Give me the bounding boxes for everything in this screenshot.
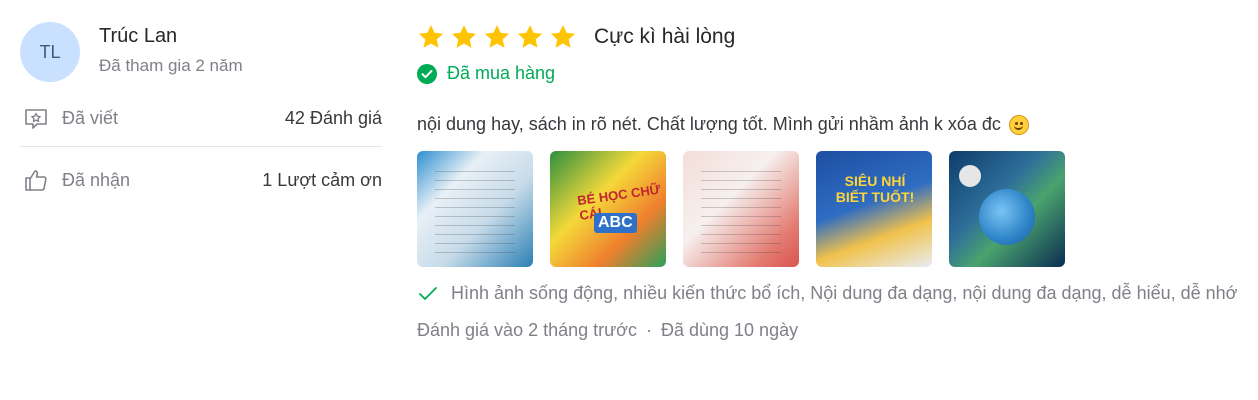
attributes-text: Hình ảnh sống động, nhiều kiến thức bổ í… [451, 283, 1238, 303]
reviewer-panel: TL Trúc Lan Đã tham gia 2 năm Đã viết 42… [20, 20, 382, 205]
review-photo[interactable] [949, 151, 1065, 267]
check-circle-icon [417, 63, 437, 84]
smile-emoji-icon [1008, 114, 1029, 135]
rating-title: Cực kì hài lòng [594, 25, 736, 48]
review-body: Cực kì hài lòng Đã mua hàng nội dung hay… [417, 18, 1247, 341]
stat-label: Đã viết [62, 108, 119, 128]
stat-thanks-received: Đã nhận 1 Lượt cảm ơn [20, 155, 382, 205]
reviewed-at: Đánh giá vào 2 tháng trước [417, 320, 637, 340]
stat-value: 42 Đánh giá [284, 108, 382, 128]
photo-subcaption: ABC [594, 213, 637, 233]
review-attributes: Hình ảnh sống động, nhiều kiến thức bổ í… [417, 282, 1247, 308]
review-photo[interactable] [417, 151, 533, 267]
review-written-icon [22, 105, 50, 133]
stat-value: 1 Lượt cảm ơn [262, 169, 382, 190]
review-photos: BÉ HỌC CHỮ CÁI ABC SIÊU NHÍ BIẾT TUỐT! [417, 151, 1247, 267]
star-icon [484, 25, 510, 48]
used-duration: Đã dùng 10 ngày [660, 320, 799, 340]
review-photo[interactable]: SIÊU NHÍ BIẾT TUỐT! [816, 151, 932, 267]
rating-row: Cực kì hài lòng [417, 18, 1247, 56]
star-icon [550, 25, 576, 48]
review-content: nội dung hay, sách in rõ nét. Chất lượng… [417, 114, 1247, 135]
review-text: nội dung hay, sách in rõ nét. Chất lượng… [417, 114, 1001, 134]
reviewer-info: Trúc Lan Đã tham gia 2 năm [99, 20, 243, 76]
star-rating [417, 23, 582, 51]
star-icon [451, 25, 477, 48]
purchased-badge: Đã mua hàng [417, 63, 1247, 84]
review-photo[interactable] [683, 151, 799, 267]
star-icon [517, 25, 543, 48]
photo-caption: SIÊU NHÍ BIẾT TUỐT! [835, 173, 915, 205]
avatar: TL [20, 22, 80, 82]
reviewer-header: TL Trúc Lan Đã tham gia 2 năm [20, 20, 382, 82]
separator-dot: · [645, 320, 652, 340]
review-photo[interactable]: BÉ HỌC CHỮ CÁI ABC [550, 151, 666, 267]
reviewer-name: Trúc Lan [99, 25, 178, 47]
stat-label: Đã nhận [62, 169, 131, 190]
purchased-label: Đã mua hàng [447, 63, 556, 83]
check-icon [417, 283, 439, 305]
stat-reviews-written: Đã viết 42 Đánh giá [20, 95, 382, 147]
reviewer-joined: Đã tham gia 2 năm [99, 56, 243, 75]
thumbs-up-icon [22, 166, 50, 194]
review-meta: Đánh giá vào 2 tháng trước · Đã dùng 10 … [417, 320, 1247, 341]
star-icon [418, 25, 444, 48]
